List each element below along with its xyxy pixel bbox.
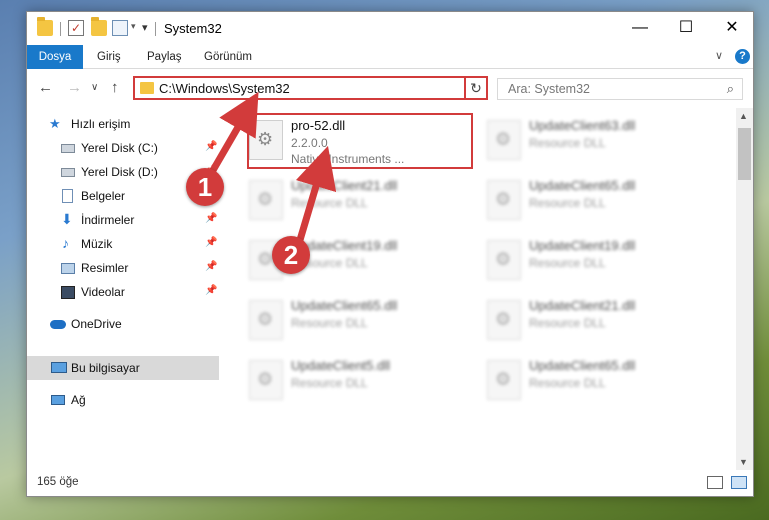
step-2-badge: 2 bbox=[272, 236, 310, 274]
tutorial-arrows bbox=[208, 91, 337, 241]
arrow-to-address-bar bbox=[208, 91, 259, 174]
arrow-to-file bbox=[295, 145, 337, 241]
step-1-badge: 1 bbox=[186, 168, 224, 206]
